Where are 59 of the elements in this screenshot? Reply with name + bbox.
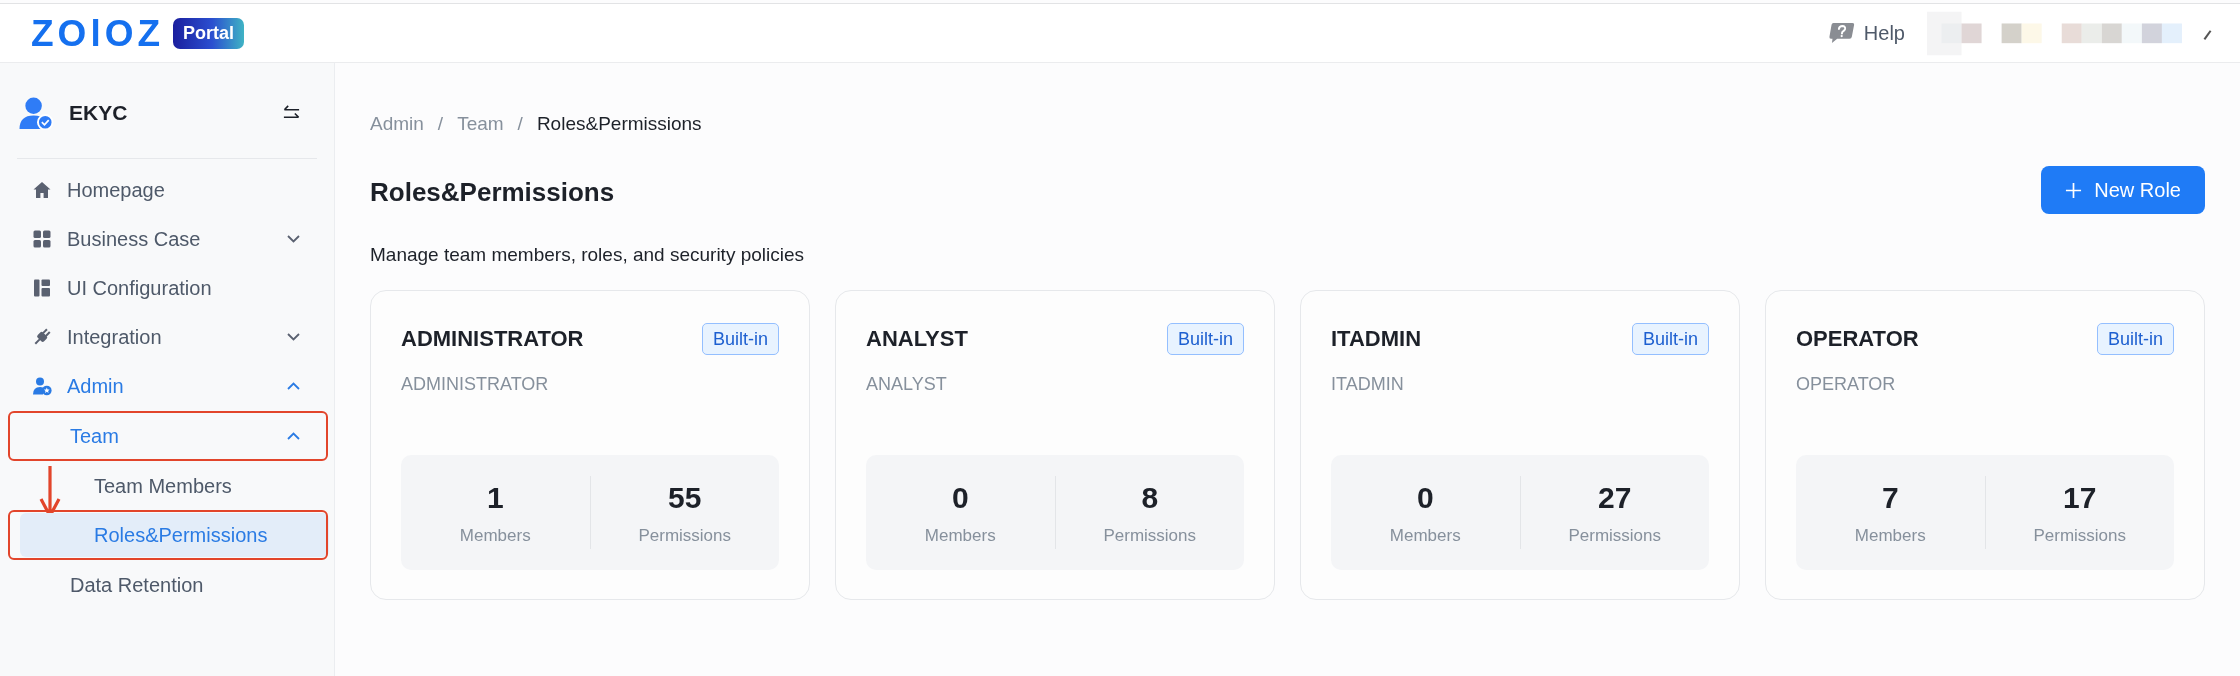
role-code: OPERATOR (1796, 373, 1897, 396)
role-card[interactable]: ITADMIN Built-in ITADMIN 0 Members 27 Permissions (1300, 290, 1740, 600)
submenu-item[interactable]: Team Members (20, 464, 329, 508)
user-star-icon (32, 376, 52, 396)
nav-item[interactable]: Homepage (20, 168, 329, 212)
help-link[interactable]: Help (1827, 21, 1905, 45)
account-name: EKYC (69, 101, 128, 125)
role-card[interactable]: OPERATOR Built-in OPERATOR 7 Members 17 Permissions (1765, 290, 2205, 600)
role-card[interactable]: ANALYST Built-in ANALYST 0 Members 8 Permissions (835, 290, 1275, 600)
plug-icon (32, 327, 52, 347)
role-type-badge: Built-in (1166, 323, 1244, 355)
submenu-item[interactable]: Roles&Permissions (20, 513, 329, 557)
role-type-badge: Built-in (701, 323, 779, 355)
stat-value: 8 (1141, 480, 1159, 516)
stat-label: Members (459, 525, 531, 547)
submenu-item[interactable]: Data Retention (20, 563, 329, 607)
stat-label: Permissions (2033, 525, 2127, 547)
stat-label: Permissions (638, 525, 732, 547)
stat-label: Permissions (1568, 525, 1662, 547)
role-name: ADMINISTRATOR (401, 326, 584, 352)
stat-label: Permissions (1103, 525, 1197, 547)
portal-badge: Portal (173, 17, 245, 49)
role-type-badge: Built-in (2096, 323, 2174, 355)
grid-icon (32, 229, 52, 249)
stat-label: Members (924, 525, 996, 547)
stat-value: 7 (1881, 480, 1899, 516)
page-description: Manage team members, roles, and security policies (370, 243, 806, 267)
role-name: ITADMIN (1331, 326, 1422, 352)
stat-value: 17 (2063, 480, 2097, 516)
home-icon (32, 180, 52, 200)
nav-item[interactable]: Integration (20, 315, 329, 359)
stat-value: 1 (486, 480, 504, 516)
stat-label: Members (1854, 525, 1926, 547)
role-type-badge: Built-in (1631, 323, 1709, 355)
breadcrumb-separator: / (517, 112, 523, 136)
stat-value: 0 (951, 480, 969, 516)
stat-label: Members (1389, 525, 1461, 547)
page-title: Roles&Permissions (370, 176, 615, 208)
nav-item[interactable]: Business Case (20, 217, 329, 261)
new-role-button[interactable]: New Role (2041, 166, 2205, 214)
breadcrumb-current: Roles&Permissions (536, 112, 702, 136)
stat-value: 0 (1416, 480, 1434, 516)
role-name: OPERATOR (1796, 326, 1919, 352)
nav-item[interactable]: UI Configuration (20, 266, 329, 310)
role-code: ADMINISTRATOR (401, 373, 550, 396)
role-code: ITADMIN (1331, 373, 1405, 396)
logo[interactable]: ZOlOZ (31, 14, 165, 52)
layout-icon (32, 278, 52, 298)
help-icon (1827, 22, 1855, 44)
stat-value: 55 (668, 480, 702, 516)
user-icon (19, 96, 54, 130)
nav-item[interactable]: Admin (20, 364, 329, 408)
role-card[interactable]: ADMINISTRATOR Built-in ADMINISTRATOR 1 Members 55 Permissions (370, 290, 810, 600)
breadcrumb-separator: / (437, 112, 444, 136)
stat-value: 27 (1598, 480, 1632, 516)
role-name: ANALYST (866, 326, 968, 352)
plus-icon (2065, 181, 2083, 199)
role-code: ANALYST (866, 373, 948, 396)
submenu-item[interactable]: Team (20, 414, 329, 458)
